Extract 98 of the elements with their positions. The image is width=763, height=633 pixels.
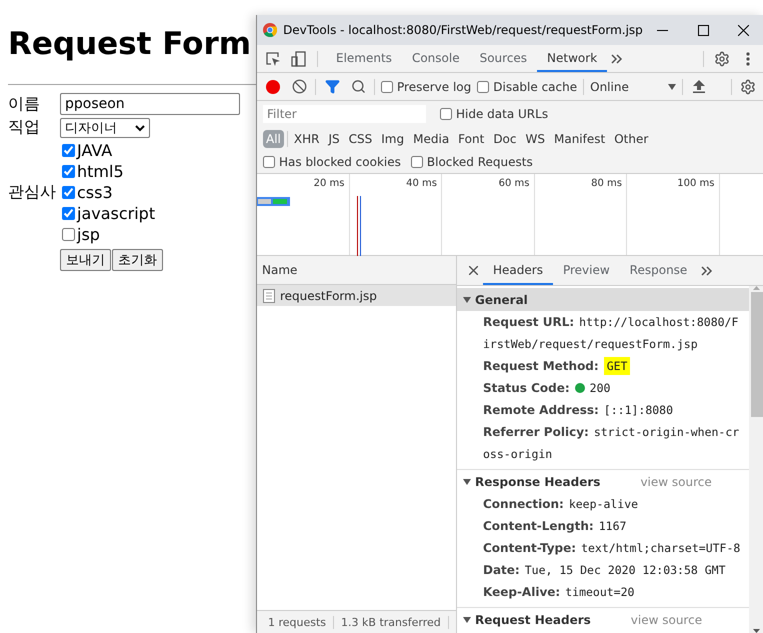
settings-icon: [714, 50, 730, 66]
maximize-icon: [698, 24, 709, 36]
checkbox-label: JAVA: [77, 141, 112, 160]
header-entry: Remote Address: [::1]:8080: [482, 402, 674, 419]
checkbox-label: Disable cache: [493, 80, 578, 94]
search-icon: [350, 79, 366, 94]
job-dropdown[interactable]: 디자이너: [60, 118, 150, 138]
detail-tab[interactable]: Preview: [552, 256, 620, 285]
entry-value: GET: [604, 357, 630, 375]
time-tick-label: 100 ms: [677, 178, 714, 191]
record-icon: [266, 80, 280, 94]
scroll-down-icon: [753, 629, 760, 633]
entry-key: Request Method:: [483, 359, 599, 373]
dropdown-chevron-icon: [135, 124, 145, 132]
scroll-thumb[interactable]: [750, 292, 762, 417]
type-filter[interactable]: Doc: [490, 130, 520, 148]
type-filter[interactable]: Font: [455, 130, 488, 148]
field-label: 이름: [8, 94, 40, 114]
checkbox-label: Has blocked cookies: [279, 155, 401, 169]
header-entry: Content-Length: 1167: [482, 518, 628, 535]
page-heading: Request Form: [8, 25, 252, 64]
clear-icon: [292, 79, 306, 94]
header-entry: Request URL: http://localhost:8080/FirstWeb/request/requestForm.jsp: [482, 314, 740, 353]
field-label: 관심사: [8, 182, 56, 203]
form-button[interactable]: 초기화: [112, 249, 163, 271]
checkbox-label: javascript: [77, 204, 156, 223]
more-options-icon: [746, 52, 750, 66]
checkbox[interactable]: [477, 80, 490, 92]
time-tick-label: 80 ms: [591, 178, 622, 191]
filter-field[interactable]: Filter: [263, 104, 426, 122]
checkbox-label: Hide data URLs: [456, 106, 548, 120]
column-header: Name: [262, 263, 298, 277]
panel-tab[interactable]: Elements: [326, 45, 402, 72]
scrollbar[interactable]: [749, 286, 763, 633]
checkbox[interactable]: [440, 108, 452, 120]
type-filter[interactable]: WS: [522, 130, 548, 148]
field-label: 직업: [8, 117, 40, 138]
type-filter[interactable]: Media: [410, 130, 452, 148]
document-icon: [263, 288, 275, 302]
type-filter[interactable]: JS: [325, 130, 343, 148]
checkbox[interactable]: [62, 186, 75, 199]
double-chevron-icon[interactable]: [611, 54, 624, 64]
expanded-triangle-icon[interactable]: [463, 478, 471, 486]
view-source-link[interactable]: view source: [630, 612, 702, 626]
dropdown-triangle-icon: [668, 84, 676, 90]
header-entry: Keep-Alive: timeout=20: [482, 584, 636, 601]
checkbox[interactable]: [62, 144, 75, 157]
waterfall-bar: [257, 197, 290, 206]
type-filter[interactable]: Other: [611, 130, 652, 148]
throttling-dropdown[interactable]: Online: [590, 80, 676, 94]
checkbox[interactable]: [263, 156, 275, 168]
close-icon: [468, 266, 478, 275]
type-filter[interactable]: XHR: [290, 130, 322, 148]
window-title: DevTools - localhost:8080/FirstWeb/request/requestForm.jsp: [283, 23, 643, 37]
close-icon: [738, 24, 750, 36]
header-entry: Connection: keep-alive: [482, 496, 640, 513]
checkbox[interactable]: [62, 207, 75, 220]
type-filter[interactable]: Manifest: [550, 130, 608, 148]
section-header[interactable]: General: [457, 288, 749, 311]
view-source-link[interactable]: view source: [640, 474, 712, 488]
status-text: 1 requests: [261, 616, 334, 628]
header-entry: Referrer Policy: strict-origin-when-cross-origin: [482, 424, 740, 463]
checkbox[interactable]: [381, 80, 393, 92]
detail-tab[interactable]: Headers: [483, 256, 553, 285]
browser-logo-icon: [263, 22, 278, 38]
form-button[interactable]: 보내기: [60, 249, 111, 271]
name-input[interactable]: pposeon: [60, 93, 240, 115]
panel-tab[interactable]: Sources: [470, 45, 538, 72]
time-tick-label: 60 ms: [498, 178, 530, 191]
filter-icon: [324, 79, 340, 94]
entry-value: 200: [590, 381, 610, 395]
checkbox[interactable]: [62, 165, 75, 178]
checkbox[interactable]: [62, 228, 75, 241]
checkbox[interactable]: [410, 156, 423, 168]
expanded-triangle-icon[interactable]: [463, 616, 471, 624]
detail-tab[interactable]: Response: [620, 256, 698, 285]
double-chevron-icon[interactable]: [701, 266, 714, 276]
type-filter[interactable]: Img: [378, 130, 408, 148]
inspect-icon: [265, 50, 281, 66]
settings-icon: [740, 78, 756, 94]
upload-icon: [693, 80, 706, 93]
checkbox-label: jsp: [77, 225, 100, 244]
expanded-triangle-icon[interactable]: [463, 296, 471, 304]
status-text: 1.3 kB transferred: [334, 616, 449, 628]
request-row[interactable]: requestForm.jsp: [257, 285, 456, 306]
checkbox-label: css3: [77, 183, 113, 202]
checkbox-label: html5: [77, 162, 124, 181]
type-filter[interactable]: CSS: [346, 130, 376, 148]
header-entry: Content-Type: text/html;charset=UTF-8: [482, 540, 742, 557]
load-event-markers: [357, 196, 361, 256]
entry-key: Status Code:: [483, 381, 570, 395]
checkbox-label: Preserve log: [397, 80, 472, 94]
time-tick-label: 40 ms: [406, 178, 437, 191]
header-entry: Date: Tue, 15 Dec 2020 12:03:58 GMT: [482, 562, 727, 579]
checkbox-label: Blocked Requests: [426, 155, 533, 169]
time-tick-label: 20 ms: [314, 178, 344, 191]
panel-tab[interactable]: Console: [402, 45, 470, 72]
device-icon: [291, 50, 307, 66]
